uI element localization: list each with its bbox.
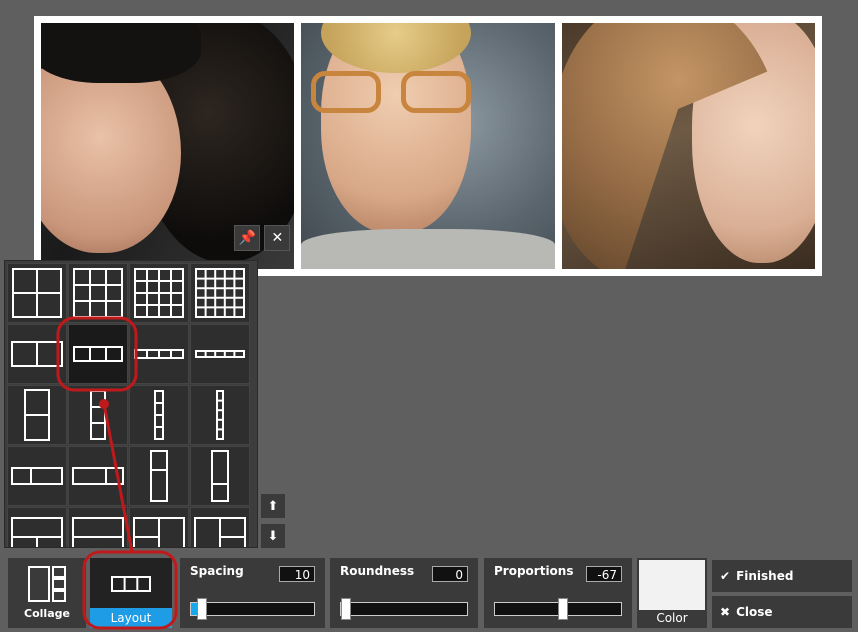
collage-canvas: 📌 ✕ xyxy=(34,16,822,276)
finished-button[interactable]: ✔ Finished xyxy=(712,560,852,592)
layout-grid-2x2[interactable] xyxy=(7,263,67,323)
collage-label: Collage xyxy=(24,607,70,620)
close-label: Close xyxy=(736,605,773,619)
layout-grid-5x5[interactable] xyxy=(190,263,250,323)
proportions-slider-thumb[interactable] xyxy=(558,598,568,620)
photo-man-glasses[interactable] xyxy=(301,23,555,269)
roundness-input[interactable]: 0 xyxy=(432,566,468,582)
roundness-slider[interactable] xyxy=(340,598,468,620)
layout-column-2-tall[interactable] xyxy=(190,446,250,506)
layout-label: Layout xyxy=(90,608,172,628)
roundness-slider-thumb[interactable] xyxy=(341,598,351,620)
proportions-slider[interactable] xyxy=(494,598,622,620)
layout-column-4[interactable] xyxy=(129,385,189,445)
layout-grid-3x3[interactable] xyxy=(68,263,128,323)
layout-column-2-uneven[interactable] xyxy=(129,446,189,506)
spacing-input[interactable]: 10 xyxy=(279,566,315,582)
layout-row-3[interactable] xyxy=(68,324,128,384)
photo-woman-blonde[interactable] xyxy=(561,23,815,269)
proportions-control: Proportions -67 xyxy=(484,558,632,628)
layout-grid-4x4[interactable] xyxy=(129,263,189,323)
layout-row-2-uneven[interactable] xyxy=(7,446,67,506)
photo-woman-dark-hair[interactable]: 📌 ✕ xyxy=(41,23,295,269)
collage-button[interactable]: Collage xyxy=(8,558,86,628)
layout-column-2[interactable] xyxy=(7,385,67,445)
layout-row-3-icon xyxy=(111,576,151,592)
roundness-label: Roundness xyxy=(340,564,415,578)
close-icon[interactable]: ✕ xyxy=(264,225,291,251)
layout-row-5[interactable] xyxy=(190,324,250,384)
finished-label: Finished xyxy=(736,569,794,583)
color-swatch[interactable] xyxy=(639,560,705,610)
layout-button[interactable]: Layout xyxy=(90,558,172,628)
color-button[interactable]: Color xyxy=(637,558,707,628)
close-icon: ✖ xyxy=(720,605,731,619)
layout-column-5[interactable] xyxy=(190,385,250,445)
layout-mixed-1[interactable] xyxy=(7,507,67,547)
arrow-down-icon[interactable]: ⬇ xyxy=(261,524,285,548)
pin-icon[interactable]: 📌 xyxy=(234,225,261,251)
proportions-input[interactable]: -67 xyxy=(586,566,622,582)
arrow-up-icon[interactable]: ⬆ xyxy=(261,494,285,518)
layout-picker xyxy=(4,260,258,548)
close-button[interactable]: ✖ Close xyxy=(712,596,852,628)
spacing-control: Spacing 10 xyxy=(180,558,325,628)
collage-icon xyxy=(28,566,66,602)
spacing-slider[interactable] xyxy=(190,598,315,620)
layout-row-2-wide[interactable] xyxy=(68,446,128,506)
layout-mixed-2[interactable] xyxy=(68,507,128,547)
roundness-control: Roundness 0 xyxy=(330,558,478,628)
spacing-label: Spacing xyxy=(190,564,244,578)
layout-column-3[interactable] xyxy=(68,385,128,445)
layout-row-4[interactable] xyxy=(129,324,189,384)
layout-row-2[interactable] xyxy=(7,324,67,384)
layout-mixed-3[interactable] xyxy=(129,507,189,547)
color-label: Color xyxy=(656,611,688,625)
proportions-label: Proportions xyxy=(494,564,574,578)
checkmark-icon: ✔ xyxy=(720,569,731,583)
spacing-slider-thumb[interactable] xyxy=(197,598,208,620)
layout-mixed-4[interactable] xyxy=(190,507,250,547)
